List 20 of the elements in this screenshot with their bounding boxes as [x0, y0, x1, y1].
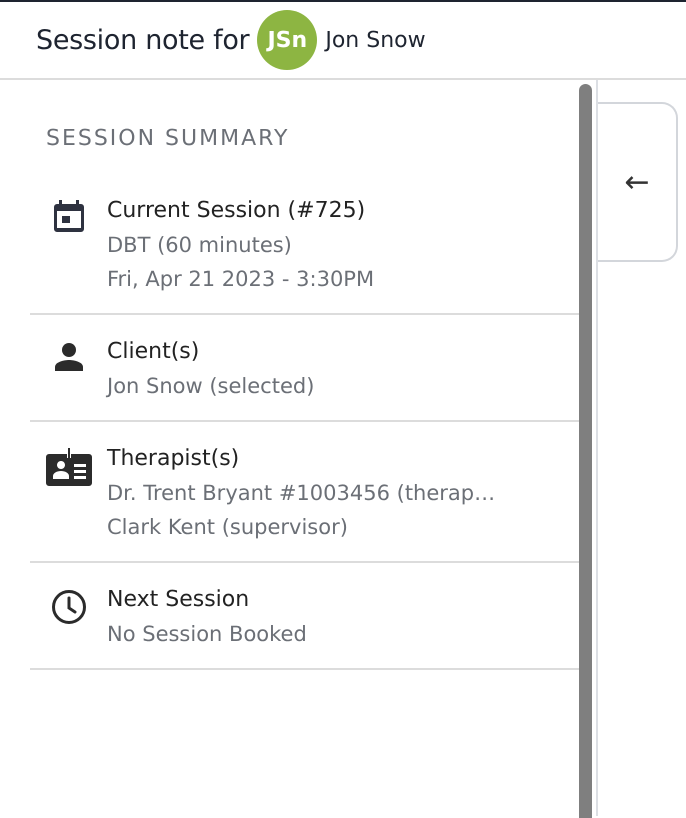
- page-title: Session note for: [36, 24, 250, 56]
- collapse-button[interactable]: ←: [598, 102, 678, 262]
- clock-icon: [50, 589, 86, 625]
- item-detail: Fri, Apr 21 2023 - 3:30PM: [107, 267, 374, 291]
- item-title: Current Session (#725): [107, 198, 366, 223]
- scrollbar[interactable]: [579, 84, 592, 818]
- id-badge-icon: [44, 448, 92, 486]
- section-heading: SESSION SUMMARY: [46, 126, 290, 153]
- item-detail: Dr. Trent Bryant #1003456 (therap…: [107, 481, 496, 505]
- person-icon: [52, 341, 84, 373]
- item-title: Next Session: [107, 587, 250, 612]
- client-name: Jon Snow: [325, 28, 426, 52]
- avatar: JSn: [257, 10, 318, 70]
- item-title: Therapist(s): [107, 446, 240, 471]
- item-detail: DBT (60 minutes): [107, 233, 293, 257]
- item-detail: Clark Kent (supervisor): [107, 515, 349, 539]
- item-title: Client(s): [107, 339, 200, 364]
- item-detail: No Session Booked: [107, 622, 307, 646]
- item-detail: Jon Snow (selected): [107, 374, 314, 398]
- calendar-icon: [54, 200, 84, 232]
